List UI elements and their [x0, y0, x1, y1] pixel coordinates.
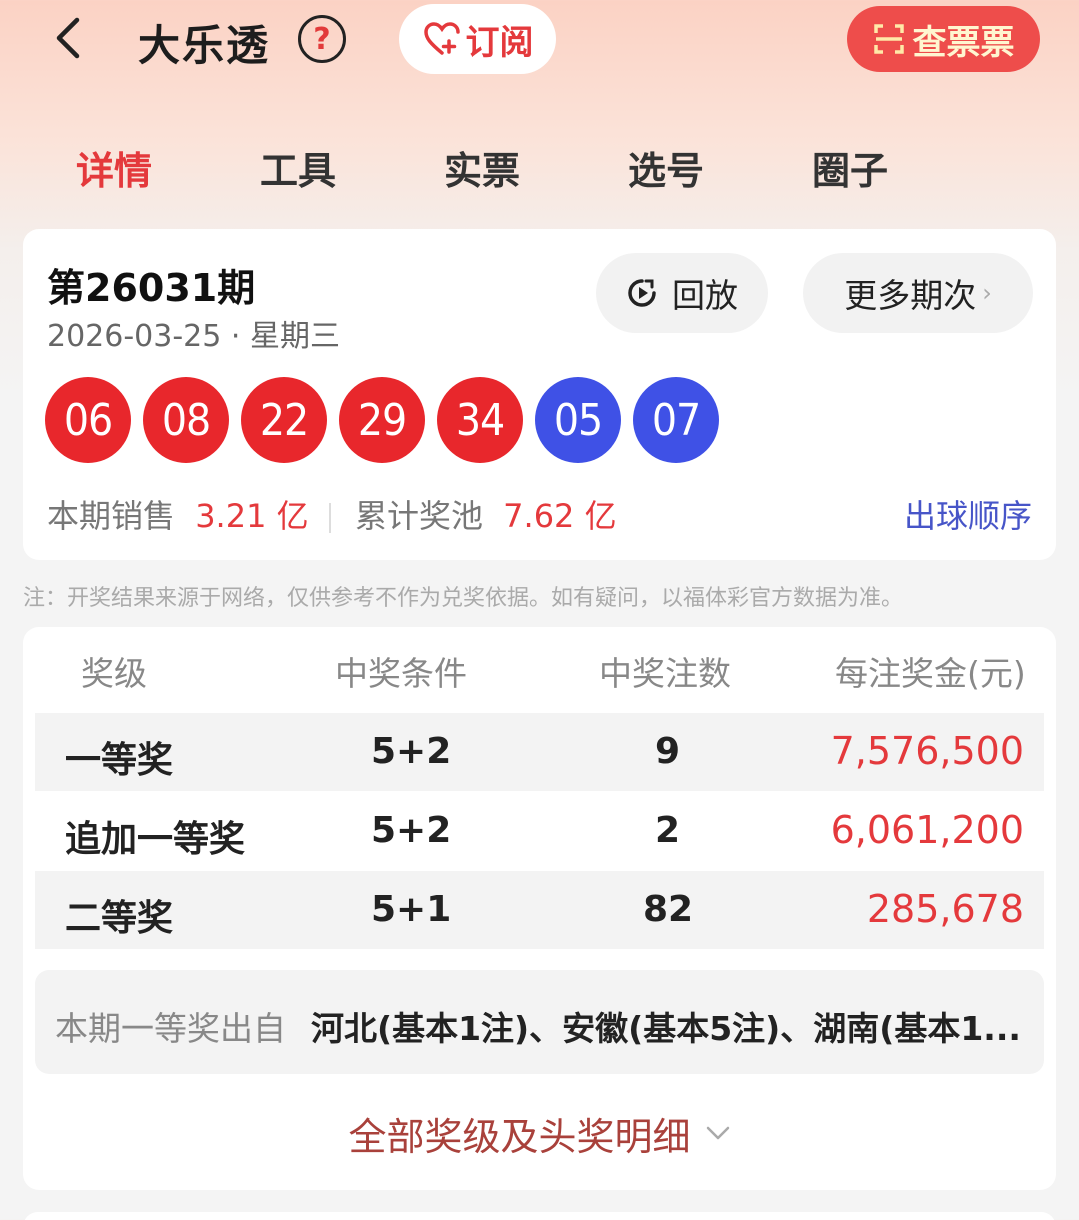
scan-icon	[873, 23, 905, 55]
prize-count: 9	[655, 731, 680, 772]
subscribe-button[interactable]: 订阅	[399, 4, 556, 74]
replay-button[interactable]: 回放	[596, 253, 768, 333]
prize-level: 一等奖	[65, 731, 173, 783]
check-ticket-label: 查票票	[913, 15, 1015, 64]
draw-date: 2026-03-25 · 星期三	[47, 311, 340, 355]
prize-condition: 5+1	[371, 889, 451, 930]
draw-order-link[interactable]: 出球顺序	[904, 491, 1032, 537]
chevron-right-icon: ›	[982, 279, 992, 307]
draw-result-card: 第26031期 2026-03-25 · 星期三 回放 更多期次 › 06 08…	[23, 229, 1056, 560]
blue-ball: 05	[535, 377, 621, 463]
red-ball: 29	[339, 377, 425, 463]
replay-icon	[626, 277, 658, 309]
chevron-left-icon	[53, 16, 83, 60]
tab-community[interactable]: 圈子	[812, 140, 888, 195]
sales-value: 3.21 亿	[195, 497, 308, 535]
pool-label: 累计奖池	[355, 497, 483, 535]
jackpot-origin: 本期一等奖出自 河北(基本1注)、安徽(基本5注)、湖南(基本1...	[35, 970, 1044, 1074]
disclaimer-note: 注：开奖结果来源于网络，仅供参考不作为兑奖依据。如有疑问，以福体彩官方数据为准。	[23, 580, 903, 612]
help-icon[interactable]: ?	[298, 15, 346, 63]
check-ticket-button[interactable]: 查票票	[847, 6, 1040, 72]
prize-amount: 6,061,200	[831, 808, 1024, 852]
red-ball: 34	[437, 377, 523, 463]
table-row: 二等奖 5+1 82 285,678	[35, 871, 1044, 949]
prize-level: 追加一等奖	[65, 810, 245, 862]
subscribe-label: 订阅	[466, 15, 534, 64]
tab-pick-numbers[interactable]: 选号	[628, 140, 704, 195]
column-header: 奖级	[81, 647, 147, 695]
prize-table-card: 奖级 中奖条件 中奖注数 每注奖金(元) 一等奖 5+2 9 7,576,500…	[23, 627, 1056, 1190]
prize-count: 2	[655, 810, 680, 851]
back-button[interactable]	[46, 16, 90, 60]
tab-tools[interactable]: 工具	[260, 140, 336, 195]
prize-level: 二等奖	[65, 889, 173, 941]
jackpot-origin-value: 河北(基本1注)、安徽(基本5注)、湖南(基本1...	[311, 1002, 1021, 1050]
top-bar: 大乐透 ? 订阅 查票票	[0, 0, 1079, 90]
heart-plus-icon	[422, 21, 462, 57]
red-ball: 06	[45, 377, 131, 463]
prize-amount: 285,678	[867, 887, 1024, 931]
chevron-down-icon	[705, 1125, 731, 1141]
sales-stats: 本期销售 3.21 亿 累计奖池 7.62 亿	[47, 491, 617, 535]
column-header: 每注奖金(元)	[835, 647, 1026, 695]
more-issues-button[interactable]: 更多期次 ›	[803, 253, 1033, 333]
prize-count: 82	[643, 889, 693, 930]
prize-amount: 7,576,500	[831, 729, 1024, 773]
jackpot-origin-label: 本期一等奖出自	[55, 1002, 286, 1050]
table-row: 一等奖 5+2 9 7,576,500	[35, 713, 1044, 791]
table-header: 奖级 中奖条件 中奖注数 每注奖金(元)	[23, 647, 1056, 697]
all-prizes-button[interactable]: 全部奖级及头奖明细	[23, 1105, 1056, 1161]
pool-value: 7.62 亿	[503, 497, 616, 535]
tab-bar: 详情 工具 实票 选号 圈子	[0, 140, 1079, 196]
all-prizes-label: 全部奖级及头奖明细	[348, 1106, 690, 1161]
divider	[329, 503, 331, 533]
next-card	[23, 1212, 1056, 1220]
replay-label: 回放	[672, 269, 738, 317]
blue-ball: 07	[633, 377, 719, 463]
table-row: 追加一等奖 5+2 2 6,061,200	[35, 792, 1044, 870]
prize-condition: 5+2	[371, 731, 451, 772]
red-ball: 22	[241, 377, 327, 463]
issue-number: 第26031期	[47, 257, 255, 312]
sales-label: 本期销售	[47, 497, 175, 535]
prize-condition: 5+2	[371, 810, 451, 851]
tab-details[interactable]: 详情	[76, 140, 152, 195]
column-header: 中奖注数	[599, 647, 731, 695]
red-ball: 08	[143, 377, 229, 463]
page-title: 大乐透	[138, 12, 270, 73]
column-header: 中奖条件	[335, 647, 467, 695]
more-issues-label: 更多期次	[844, 269, 976, 317]
tab-real-tickets[interactable]: 实票	[444, 140, 520, 195]
